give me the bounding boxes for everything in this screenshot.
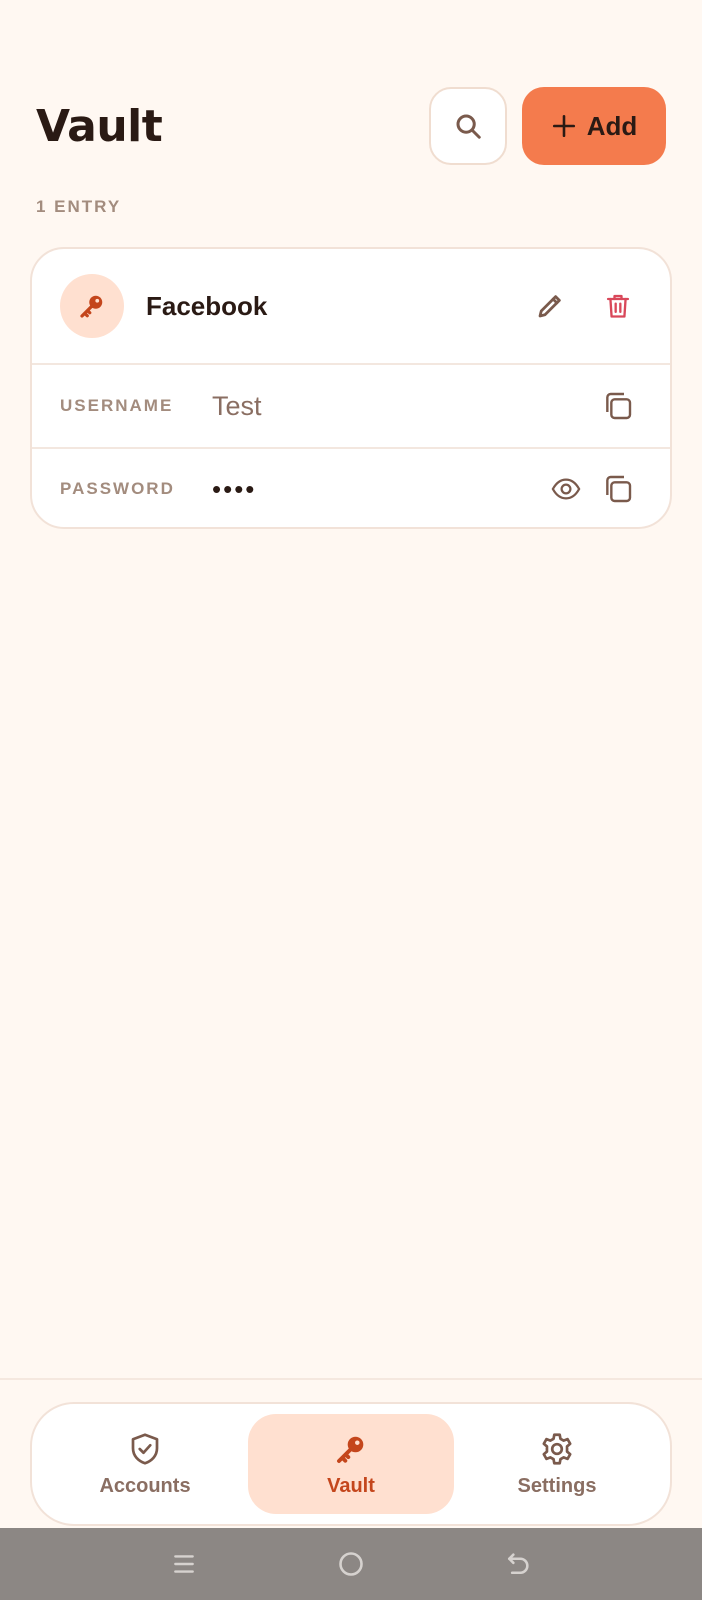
bottom-nav: Accounts Vault Settings: [30, 1402, 672, 1526]
back-arrow-icon: [508, 1553, 529, 1575]
home-circle-icon: [339, 1552, 363, 1576]
reveal-password-button[interactable]: [542, 465, 590, 513]
entries-count: 1 ENTRY: [36, 197, 122, 216]
nav-item-settings[interactable]: Settings: [454, 1414, 660, 1514]
shield-check-icon: [131, 1432, 159, 1465]
username-value: Test: [212, 390, 262, 421]
password-label: PASSWORD: [60, 479, 175, 498]
trash-icon: [606, 294, 630, 318]
entry-card: Facebook USERNAME Test PASSWORD ••••: [30, 247, 672, 529]
pencil-icon: [538, 295, 561, 318]
key-icon: [337, 1436, 364, 1463]
copy-password-button[interactable]: [594, 465, 642, 513]
edit-button[interactable]: [526, 282, 574, 330]
add-button-label: Add: [586, 110, 638, 141]
nav-divider: [0, 1378, 702, 1380]
nav-label-vault: Vault: [327, 1474, 375, 1497]
system-back-button[interactable]: [498, 1544, 538, 1584]
username-label: USERNAME: [60, 396, 174, 415]
page-title: Vault: [36, 100, 163, 152]
nav-label-accounts: Accounts: [99, 1474, 191, 1497]
delete-button[interactable]: [594, 282, 642, 330]
nav-label-settings: Settings: [517, 1474, 597, 1497]
entry-name: Facebook: [146, 290, 268, 321]
password-value: ••••: [212, 473, 257, 504]
gear-icon: [542, 1432, 572, 1465]
system-navigation-bar: [0, 1528, 702, 1600]
search-icon: [456, 114, 481, 139]
header-actions: Add: [429, 87, 666, 165]
system-home-button[interactable]: [331, 1544, 371, 1584]
entry-card-header: Facebook: [32, 249, 670, 365]
key-icon: [80, 295, 103, 318]
search-button[interactable]: [429, 87, 507, 165]
password-row: PASSWORD ••••: [32, 447, 670, 527]
nav-item-vault[interactable]: Vault: [248, 1414, 454, 1514]
menu-icon: [173, 1555, 194, 1573]
username-row: USERNAME Test: [32, 365, 670, 447]
copy-icon: [606, 392, 632, 420]
system-menu-button[interactable]: [164, 1544, 204, 1584]
copy-username-button[interactable]: [594, 382, 642, 430]
eye-icon: [551, 478, 581, 500]
plus-icon: [552, 114, 575, 138]
copy-icon: [606, 475, 632, 503]
add-entry-button[interactable]: Add: [522, 87, 666, 165]
nav-item-accounts[interactable]: Accounts: [42, 1414, 248, 1514]
header: Vault Add: [36, 86, 666, 166]
entry-avatar: [60, 274, 124, 338]
